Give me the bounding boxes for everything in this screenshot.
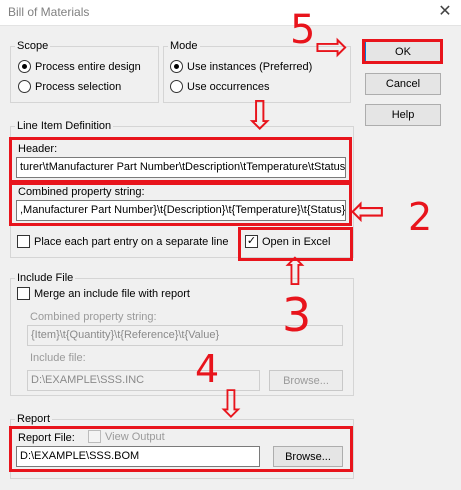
separate-line-checkbox[interactable]	[17, 235, 30, 248]
mode-legend: Mode	[170, 40, 198, 52]
label-use-instances[interactable]: Use instances (Preferred)	[187, 61, 312, 73]
annotation-box-header	[9, 137, 352, 183]
close-icon[interactable]: ✕	[436, 2, 454, 22]
report-legend: Report	[17, 413, 51, 425]
arrow-down-report-icon: ⇩	[215, 382, 247, 426]
annotation-box-report	[9, 426, 353, 472]
merge-include-label[interactable]: Merge an include file with report	[34, 288, 190, 300]
annotation-box-combined	[9, 182, 352, 226]
radio-use-occurrences[interactable]	[170, 80, 183, 93]
scope-legend: Scope	[17, 40, 49, 52]
include-file-label: Include file:	[30, 352, 86, 364]
include-browse-button[interactable]: Browse...	[269, 370, 343, 391]
include-file-legend: Include File	[17, 272, 74, 284]
annotation-number-2: 2	[408, 195, 433, 239]
label-process-selection[interactable]: Process selection	[35, 81, 121, 93]
arrow-up-excel-icon: ⇧	[279, 250, 311, 294]
arrow-right-ok-icon: ⇨	[315, 24, 349, 70]
annotation-number-5: 5	[290, 7, 316, 53]
radio-use-instances[interactable]	[170, 60, 183, 73]
radio-process-selection[interactable]	[18, 80, 31, 93]
annotation-number-4: 4	[195, 347, 220, 391]
annotation-box-ok	[362, 39, 443, 64]
annotation-number-3: 3	[282, 288, 312, 342]
label-process-entire-design[interactable]: Process entire design	[35, 61, 141, 73]
radio-process-entire-design[interactable]	[18, 60, 31, 73]
separate-line-label[interactable]: Place each part entry on a separate line	[34, 236, 228, 248]
cancel-button[interactable]: Cancel	[365, 73, 441, 95]
window-title: Bill of Materials	[8, 5, 90, 19]
arrow-down-header-icon: ⇩	[243, 93, 277, 139]
include-combined-label: Combined property string:	[30, 311, 157, 323]
help-button[interactable]: Help	[365, 104, 441, 126]
arrow-left-combined-icon: ⇦	[350, 186, 386, 235]
merge-include-checkbox[interactable]	[17, 287, 30, 300]
label-use-occurrences[interactable]: Use occurrences	[187, 81, 270, 93]
line-item-legend: Line Item Definition	[17, 120, 112, 132]
